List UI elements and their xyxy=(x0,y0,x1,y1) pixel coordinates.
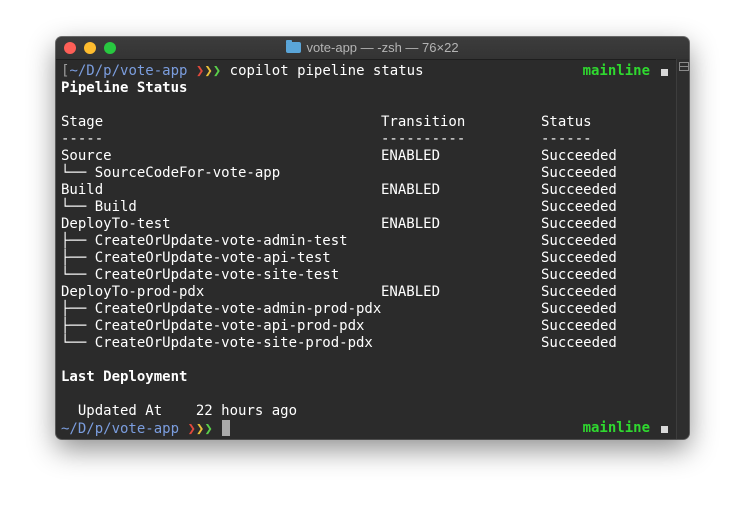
row-status: Succeeded xyxy=(541,301,617,317)
row-stage: Build xyxy=(61,182,104,198)
prompt-command: copilot pipeline status xyxy=(229,63,424,79)
row-transition: ENABLED xyxy=(381,284,441,300)
prompt-arrows: ❯❯❯ xyxy=(187,421,213,437)
row-status: Succeeded xyxy=(541,199,617,215)
table-row: ├── CreateOrUpdate-vote-api-test Succeede… xyxy=(61,250,676,267)
prompt-cwd: ~/D/p/vote-app xyxy=(69,63,188,79)
row-stage: └── SourceCodeFor-vote-app xyxy=(61,165,281,181)
table-row: └── SourceCodeFor-vote-app Succeeded xyxy=(61,165,676,182)
row-stage: └── Build xyxy=(61,199,137,215)
underline-status: ------ xyxy=(541,131,592,147)
underline-transition: ---------- xyxy=(381,131,466,147)
row-status: Succeeded xyxy=(541,216,617,232)
header-transition: Transition xyxy=(381,114,466,130)
branch-status-icon xyxy=(661,69,668,76)
pipeline-heading: Pipeline Status xyxy=(61,80,188,96)
updated-at-value: 22 hours ago xyxy=(195,403,298,419)
table-row: Build ENABLED Succeeded xyxy=(61,182,676,199)
split-pane-icon[interactable] xyxy=(679,62,689,71)
row-stage: Source xyxy=(61,148,112,164)
text-cursor xyxy=(222,420,231,436)
row-status: Succeeded xyxy=(541,165,617,181)
table-row: └── CreateOrUpdate-vote-site-test Succeed… xyxy=(61,267,676,284)
row-stage: └── CreateOrUpdate-vote-site-test xyxy=(61,267,340,283)
terminal-output[interactable]: [~/D/p/vote-app ❯❯❯ copilot pipeline sta… xyxy=(56,60,676,439)
row-status: Succeeded xyxy=(541,182,617,198)
command-prompt-line: [~/D/p/vote-app ❯❯❯ copilot pipeline sta… xyxy=(61,63,676,80)
row-status: Succeeded xyxy=(541,335,617,351)
table-row: └── CreateOrUpdate-vote-site-prod-pdx Suc… xyxy=(61,335,676,352)
table-row: DeployTo-prod-pdx ENABLED Succeeded xyxy=(61,284,676,301)
table-row: └── Build Succeeded xyxy=(61,199,676,216)
row-status: Succeeded xyxy=(541,318,617,334)
folder-icon xyxy=(286,40,302,53)
row-status: Succeeded xyxy=(541,233,617,249)
row-stage: DeployTo-test xyxy=(61,216,171,232)
header-status: Status xyxy=(541,114,592,130)
row-transition: ENABLED xyxy=(381,148,441,164)
row-stage: DeployTo-prod-pdx xyxy=(61,284,205,300)
updated-at-label: Updated At xyxy=(77,403,163,419)
row-stage: ├── CreateOrUpdate-vote-admin-prod-pdx xyxy=(61,301,382,317)
git-branch: mainline xyxy=(582,420,650,436)
table-row: Source ENABLED Succeeded xyxy=(61,148,676,165)
branch-status-icon xyxy=(661,426,668,433)
git-branch: mainline xyxy=(582,63,650,79)
underline-stage: ----- xyxy=(61,131,104,147)
table-header-underline: ----- ---------- ------ xyxy=(61,131,676,148)
table-row: DeployTo-test ENABLED Succeeded xyxy=(61,216,676,233)
table-row: ├── CreateOrUpdate-vote-admin-test Succee… xyxy=(61,233,676,250)
last-deployment-heading: Last Deployment xyxy=(61,369,188,385)
window-title: vote-app — -zsh — 76×22 xyxy=(56,37,689,59)
row-stage: ├── CreateOrUpdate-vote-api-test xyxy=(61,250,331,266)
header-stage: Stage xyxy=(61,114,104,130)
table-row: ├── CreateOrUpdate-vote-api-prod-pdx Succ… xyxy=(61,318,676,335)
table-header-row: Stage Transition Status xyxy=(61,114,676,131)
last-deployment-row: Updated At 22 hours ago xyxy=(61,403,676,420)
row-status: Succeeded xyxy=(541,267,617,283)
window-title-text: vote-app — -zsh — 76×22 xyxy=(306,40,459,55)
row-stage: ├── CreateOrUpdate-vote-api-prod-pdx xyxy=(61,318,365,334)
prompt-cwd: ~/D/p/vote-app xyxy=(61,421,180,437)
command-prompt-line[interactable]: ~/D/p/vote-app ❯❯❯ mainline xyxy=(61,420,676,437)
terminal-window: vote-app — -zsh — 76×22 [~/D/p/vote-app … xyxy=(56,37,689,439)
row-status: Succeeded xyxy=(541,284,617,300)
row-transition: ENABLED xyxy=(381,216,441,232)
table-row: ├── CreateOrUpdate-vote-admin-prod-pdx Su… xyxy=(61,301,676,318)
row-status: Succeeded xyxy=(541,250,617,266)
scrollbar[interactable] xyxy=(676,59,689,439)
title-bar: vote-app — -zsh — 76×22 xyxy=(56,37,689,60)
row-transition: ENABLED xyxy=(381,182,441,198)
row-stage: └── CreateOrUpdate-vote-site-prod-pdx xyxy=(61,335,373,351)
row-stage: ├── CreateOrUpdate-vote-admin-test xyxy=(61,233,348,249)
row-status: Succeeded xyxy=(541,148,617,164)
prompt-arrows: ❯❯❯ xyxy=(195,63,222,79)
